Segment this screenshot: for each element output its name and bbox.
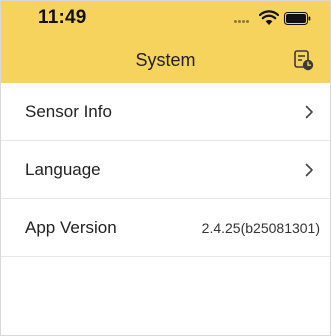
menu-item-app-version: App Version 2.4.25(b25081301) bbox=[1, 199, 330, 257]
menu-item-label: Sensor Info bbox=[25, 102, 112, 121]
app-screen: 11:49 System Sensor Info Language App Ve… bbox=[0, 0, 331, 336]
menu-item-label: App Version bbox=[25, 218, 117, 237]
header-bar: 11:49 System bbox=[1, 1, 330, 83]
app-version-value: 2.4.25(b25081301) bbox=[201, 220, 320, 236]
signal-dots-icon bbox=[234, 20, 252, 24]
status-time: 11:49 bbox=[38, 7, 87, 28]
page-title: System bbox=[135, 50, 196, 70]
menu-item-label: Language bbox=[25, 160, 101, 179]
menu-item-sensor-info[interactable]: Sensor Info bbox=[1, 83, 330, 141]
chevron-right-icon bbox=[305, 105, 313, 119]
wifi-icon bbox=[259, 10, 279, 25]
battery-icon bbox=[284, 12, 311, 25]
history-icon[interactable] bbox=[292, 49, 314, 71]
menu-item-language[interactable]: Language bbox=[1, 141, 330, 199]
chevron-right-icon bbox=[305, 163, 313, 177]
